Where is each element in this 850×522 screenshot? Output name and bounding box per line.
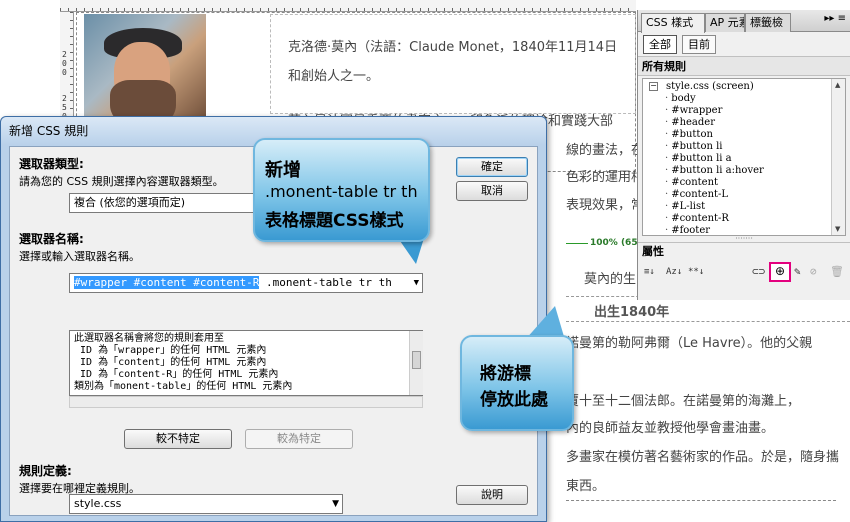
callout-text: 表格標題CSS樣式 [265, 211, 404, 231]
selector-name-hint: 選擇或輸入選取器名稱。 [19, 250, 140, 263]
rule-item[interactable]: #footer [665, 225, 764, 235]
current-mode-button[interactable]: 目前 [682, 35, 716, 54]
rule-item[interactable]: #button li [665, 141, 764, 153]
rule-item[interactable]: #L-list [665, 201, 764, 213]
category-view-icon[interactable]: ≡↓ [644, 264, 655, 280]
doc-text: 和創始人之一。 [288, 69, 380, 84]
selector-type-hint: 請為您的 CSS 規則選擇內容選取器類型。 [19, 175, 224, 188]
callout-text: 將游標 [480, 364, 531, 384]
list-view-icon[interactable]: Az↓ [666, 264, 682, 280]
rules-scrollbar[interactable]: ▲ ▼ [831, 79, 845, 235]
doc-text: 諾曼第的勒阿弗爾（Le Havre）。他的父親 [566, 336, 813, 351]
more-specific-button[interactable]: 較為特定 [245, 429, 353, 449]
rule-item[interactable]: #button li a:hover [665, 165, 764, 177]
ruler-number: 5 [62, 103, 67, 112]
selector-name-label: 選取器名稱: [19, 232, 84, 246]
mode-switch: 全部 目前 [638, 32, 850, 56]
description-hscrollbar[interactable] [69, 396, 423, 408]
rule-item[interactable]: #content-L [665, 189, 764, 201]
rule-item[interactable]: #button li a [665, 153, 764, 165]
rule-item[interactable]: #wrapper [665, 105, 764, 117]
cancel-button[interactable]: 取消 [456, 181, 528, 201]
ruler-number: 2 [62, 94, 67, 103]
text-region [270, 14, 636, 114]
selector-type-label: 選取器類型: [19, 157, 84, 171]
all-mode-button[interactable]: 全部 [643, 35, 677, 54]
table-header-cell: 出生1840年 [594, 305, 670, 320]
rule-item[interactable]: #content-R [665, 213, 764, 225]
scroll-up-icon[interactable]: ▲ [835, 81, 840, 89]
ruler-number: 0 [62, 68, 67, 77]
collapse-icon[interactable]: − [649, 82, 658, 91]
new-css-rule-icon[interactable]: ⊕ [769, 262, 791, 282]
doc-text: 莫內的生 [584, 272, 637, 287]
all-rules-header: 所有規則 [638, 56, 850, 76]
callout-new-rule: 新增 .monent-table tr th 表格標題CSS樣式 [253, 138, 430, 242]
rule-definition-label: 規則定義: [19, 464, 72, 478]
doc-text: 東西。 [566, 479, 606, 494]
attach-stylesheet-icon[interactable]: ⊂⊃ [752, 264, 765, 280]
scroll-down-icon[interactable]: ▼ [835, 225, 840, 233]
callout-text: 停放此處 [480, 390, 548, 410]
stylesheet-node[interactable]: − style.css (screen) [649, 81, 754, 92]
selector-description: 此選取器名稱會將您的規則套用至 ID 為「wrapper」的任何 HTML 元素… [69, 330, 423, 396]
edit-rule-icon[interactable]: ✎ [794, 264, 801, 280]
doc-text: 賈十至十二個法郎。在諾曼第的海灘上， [566, 394, 801, 409]
help-button[interactable]: 說明 [456, 485, 528, 505]
ruler-number: 2 [62, 50, 67, 59]
callout-text: 新增 [265, 160, 301, 181]
set-properties-icon[interactable]: **↓ [688, 264, 704, 280]
delete-rule-icon[interactable]: 🗑 [830, 264, 844, 280]
doc-text: 內的良師益友並教授他學會畫油畫。 [566, 421, 775, 436]
panel-menu-icon[interactable]: ▸▸ ≡ [824, 13, 846, 24]
rule-list: body #wrapper #header #button #button li… [665, 93, 764, 235]
tab-css-styles[interactable]: CSS 樣式 [641, 13, 705, 33]
rule-definition-select[interactable]: style.css ▼ [69, 494, 343, 514]
ok-button[interactable]: 確定 [456, 157, 528, 177]
properties-toolbar: ≡↓ Az↓ **↓ ⊂⊃ ⊕ ✎ ⊘ 🗑 [638, 260, 850, 284]
horizontal-ruler [60, 0, 636, 12]
rule-item[interactable]: body [665, 93, 764, 105]
panel-tab-bar: CSS 樣式 AP 元素 標籤檢 ▸▸ ≡ [638, 10, 850, 33]
tab-ap-elements[interactable]: AP 元素 [705, 13, 745, 32]
rule-item[interactable]: #header [665, 117, 764, 129]
vertical-ruler: 2 0 0 2 5 0 [60, 12, 74, 122]
rule-item[interactable]: #button [665, 129, 764, 141]
css-styles-panel: CSS 樣式 AP 元素 標籤檢 ▸▸ ≡ 全部 目前 所有規則 −style.… [637, 10, 850, 300]
chevron-down-icon[interactable]: ▼ [332, 495, 339, 513]
description-scrollbar[interactable] [409, 331, 423, 395]
callout-text: .monent-table tr th [265, 182, 418, 201]
tab-tag-inspector[interactable]: 標籤檢 [745, 13, 791, 32]
selector-type-select[interactable]: 複合 (依您的選項而定) [69, 193, 269, 213]
selected-text: #wrapper #content #content-R [74, 276, 260, 289]
doc-text: 多畫家在模仿著名藝術家的作品。於是，隨身攜 [566, 450, 840, 465]
rule-item[interactable]: #content [665, 177, 764, 189]
rules-tree: −style.css (screen) body #wrapper #heade… [642, 78, 846, 236]
doc-text: 克洛德·莫內（法語：Claude Monet，1840年11月14日 [288, 40, 618, 55]
callout-hover-here: 將游標 停放此處 [460, 335, 574, 431]
less-specific-button[interactable]: 較不特定 [124, 429, 232, 449]
disable-rule-icon[interactable]: ⊘ [810, 264, 817, 280]
ruler-number: 0 [62, 59, 67, 68]
properties-header: 屬性 [638, 242, 850, 260]
selector-name-input[interactable]: #wrapper #content #content-R .monent-tab… [69, 273, 423, 293]
chevron-down-icon[interactable]: ▼ [414, 274, 419, 292]
monet-portrait-image [84, 14, 206, 126]
